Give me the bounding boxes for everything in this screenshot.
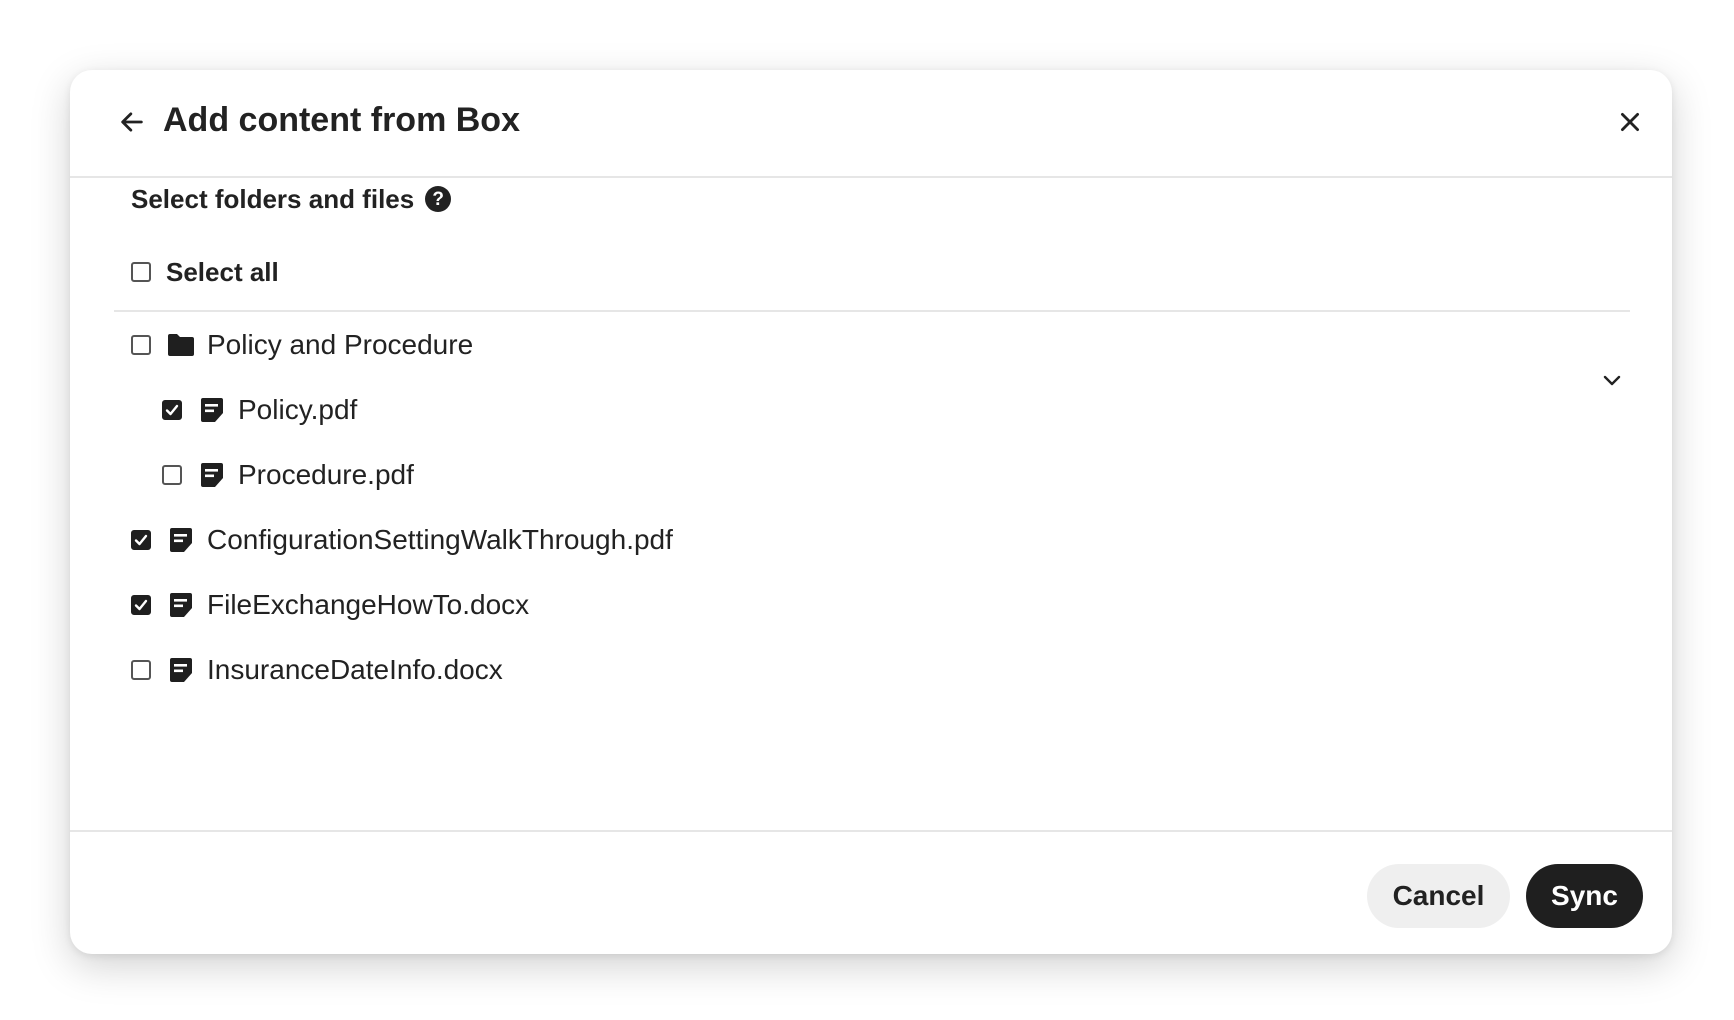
- select-all-row[interactable]: Select all: [131, 250, 279, 294]
- item-checkbox[interactable]: [162, 400, 182, 420]
- dialog-footer: Cancel Sync: [70, 830, 1672, 954]
- file-row-file-exchange[interactable]: FileExchangeHowTo.docx: [131, 583, 529, 627]
- back-button[interactable]: [112, 104, 152, 144]
- select-all-label: Select all: [166, 257, 279, 287]
- section-heading: Select folders and files ?: [131, 182, 452, 216]
- close-button[interactable]: [1610, 104, 1650, 144]
- list-divider: [114, 310, 1630, 312]
- file-icon: [167, 591, 195, 619]
- dialog-header: Add content from Box: [70, 70, 1672, 178]
- file-row-configuration[interactable]: ConfigurationSettingWalkThrough.pdf: [131, 518, 673, 562]
- file-icon: [167, 526, 195, 554]
- file-row-policy[interactable]: Policy.pdf: [162, 388, 357, 432]
- item-label: Procedure.pdf: [238, 459, 414, 490]
- item-checkbox[interactable]: [131, 335, 151, 355]
- file-icon: [198, 461, 226, 489]
- file-row-insurance[interactable]: InsuranceDateInfo.docx: [131, 648, 503, 692]
- chevron-down-icon[interactable]: [1592, 360, 1632, 400]
- item-label: InsuranceDateInfo.docx: [207, 654, 503, 685]
- file-icon: [167, 656, 195, 684]
- item-checkbox[interactable]: [131, 530, 151, 550]
- folder-row-policy-and-procedure[interactable]: Policy and Procedure: [131, 323, 473, 367]
- arrow-left-icon: [118, 108, 146, 141]
- item-label: ConfigurationSettingWalkThrough.pdf: [207, 524, 673, 555]
- file-icon: [198, 396, 226, 424]
- dialog-title: Add content from Box: [163, 101, 520, 139]
- help-icon[interactable]: ?: [425, 186, 452, 212]
- item-checkbox[interactable]: [131, 660, 151, 680]
- item-label: Policy.pdf: [238, 394, 358, 425]
- add-content-dialog: Add content from Box Select folders and …: [70, 70, 1672, 954]
- cancel-button[interactable]: Cancel: [1367, 864, 1510, 928]
- close-icon: [1617, 109, 1643, 140]
- item-checkbox[interactable]: [162, 465, 182, 485]
- item-label: FileExchangeHowTo.docx: [207, 589, 530, 620]
- select-all-checkbox[interactable]: [131, 262, 151, 282]
- section-label: Select folders and files: [131, 184, 415, 214]
- item-label: Policy and Procedure: [207, 329, 474, 360]
- sync-button[interactable]: Sync: [1526, 864, 1643, 928]
- file-row-procedure[interactable]: Procedure.pdf: [162, 453, 414, 497]
- folder-icon: [167, 331, 195, 359]
- item-checkbox[interactable]: [131, 595, 151, 615]
